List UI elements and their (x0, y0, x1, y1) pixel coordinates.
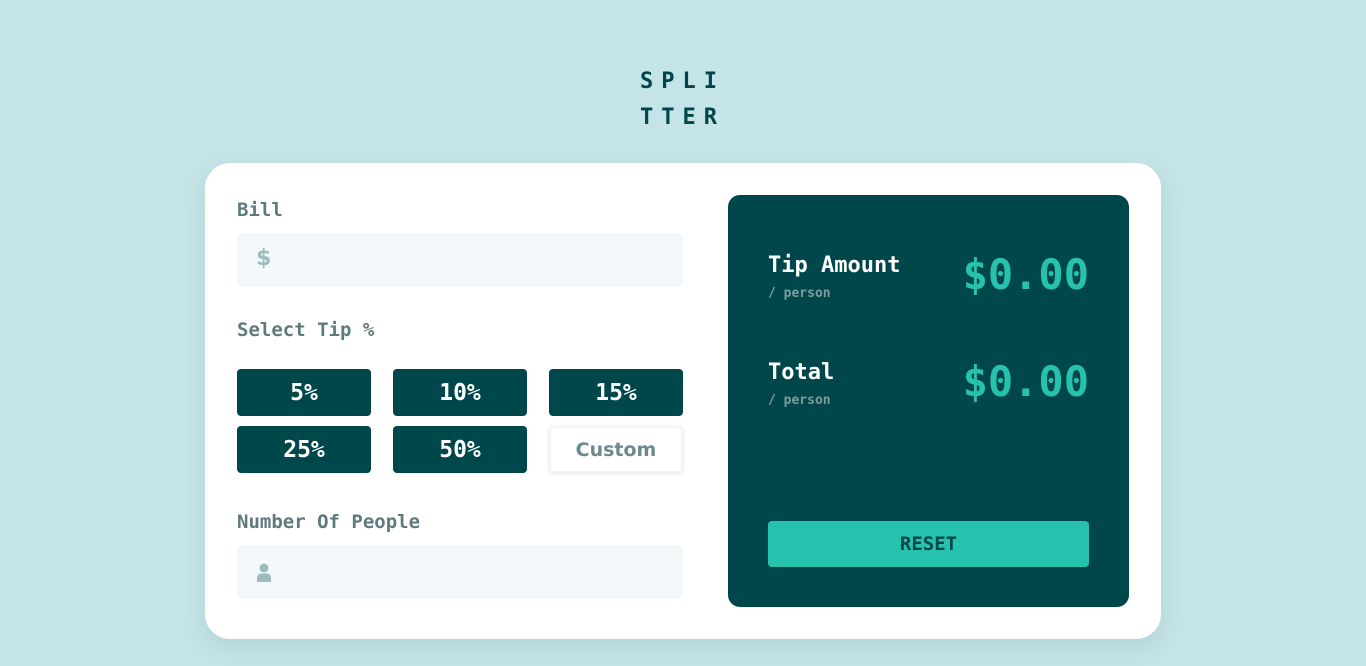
bill-field: $ (237, 233, 683, 287)
select-tip-label: Select Tip % (237, 319, 375, 341)
calculator-card: Bill $ Select Tip % 5% 10% 15% 25% 50% N… (205, 163, 1161, 639)
app-logo: SPLI TTER (640, 64, 730, 136)
tip-10-button[interactable]: 10% (393, 369, 527, 416)
tip-5-button[interactable]: 5% (237, 369, 371, 416)
tip-25-button[interactable]: 25% (237, 426, 371, 473)
people-label: Number Of People (237, 511, 421, 533)
total-label: Total (768, 360, 835, 385)
logo-line-2: TTER (640, 105, 725, 130)
custom-tip-input[interactable] (549, 426, 683, 473)
tip-amount-value: $0.00 (962, 250, 1089, 299)
tip-amount-per-person-label: / person (768, 286, 831, 301)
tip-amount-label: Tip Amount (768, 253, 901, 278)
logo-line-1: SPLI (640, 69, 725, 94)
bill-label: Bill (237, 199, 283, 221)
people-input[interactable] (237, 545, 683, 599)
results-panel: Tip Amount / person $0.00 Total / person… (728, 195, 1129, 607)
tip-15-button[interactable]: 15% (549, 369, 683, 416)
total-per-person-label: / person (768, 393, 831, 408)
tip-50-button[interactable]: 50% (393, 426, 527, 473)
people-field (237, 545, 683, 599)
total-value: $0.00 (962, 357, 1089, 406)
bill-input[interactable] (237, 233, 683, 287)
reset-button[interactable]: RESET (768, 521, 1089, 567)
